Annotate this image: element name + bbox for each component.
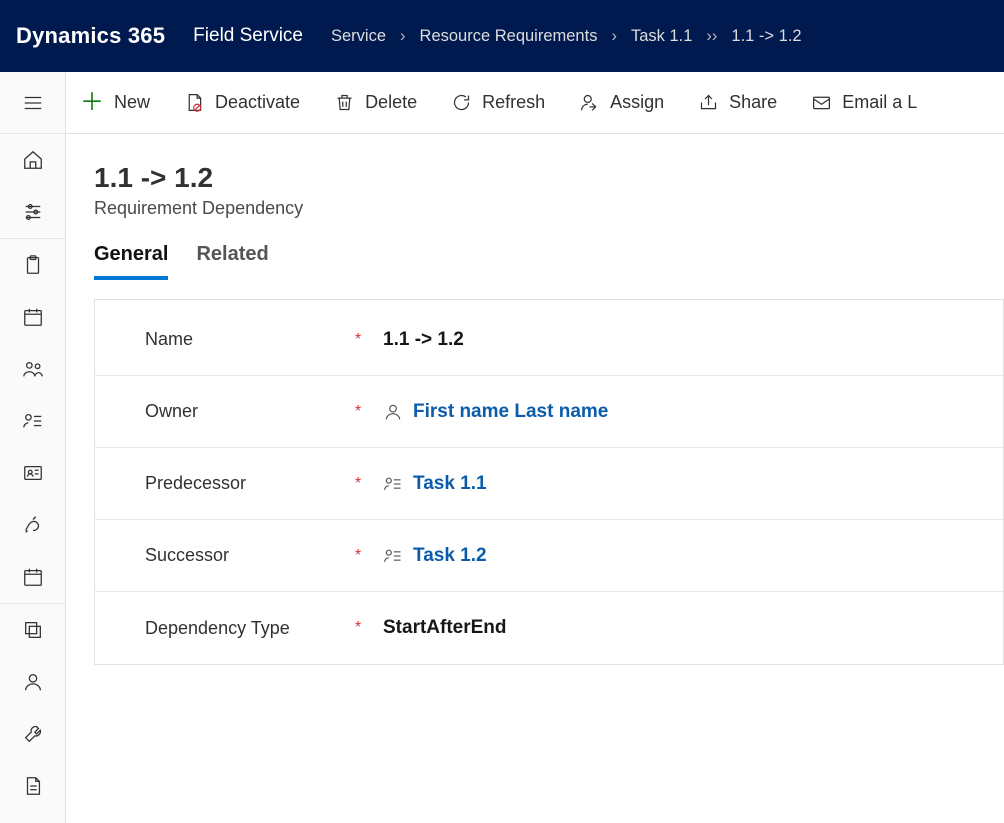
refresh-button[interactable]: Refresh [451,92,545,113]
required-indicator: * [355,619,383,637]
field-predecessor-value[interactable]: Task 1.1 [383,473,487,495]
service-icon [22,514,44,536]
trash-icon [334,92,355,113]
field-dependency-type-value[interactable]: StartAfterEnd [383,617,507,639]
clipboard-icon [22,254,44,276]
nav-document[interactable] [0,760,66,812]
field-owner-label: Owner [145,401,355,422]
field-successor-value[interactable]: Task 1.2 [383,545,487,567]
nav-contact-card[interactable] [0,447,66,499]
plus-icon: ＋ [80,91,104,115]
sliders-icon [22,201,44,223]
person-icon [22,671,44,693]
nav-calendar-2[interactable] [0,551,66,603]
brand-name: Dynamics 365 [16,23,165,49]
contact-card-icon [22,462,44,484]
main-area: ＋ New Deactivate Delete Refresh Assign [66,72,1004,823]
refresh-icon [451,92,472,113]
field-dependency-type-label: Dependency Type [145,618,355,639]
required-indicator: * [355,331,383,349]
person-list-icon [383,474,403,494]
refresh-label: Refresh [482,92,545,113]
field-predecessor-label: Predecessor [145,473,355,494]
field-owner-row: Owner * First name Last name [95,376,1003,448]
hamburger-toggle[interactable] [0,77,65,129]
person-list-icon [22,410,44,432]
share-icon [698,92,719,113]
field-name-text: 1.1 -> 1.2 [383,329,464,351]
required-indicator: * [355,403,383,421]
nav-person[interactable] [0,656,66,708]
nav-service[interactable] [0,499,66,551]
field-predecessor-row: Predecessor * Task 1.1 [95,448,1003,520]
new-label: New [114,92,150,113]
mail-icon [811,92,832,113]
field-successor-row: Successor * Task 1.2 [95,520,1003,592]
global-header: Dynamics 365 Field Service Service › Res… [0,0,1004,72]
wrench-icon [22,723,44,745]
field-name-label: Name [145,329,355,350]
document-icon [22,775,44,797]
chevron-right-icon: › [400,27,406,46]
nav-clipboard[interactable] [0,239,66,291]
email-link-button[interactable]: Email a L [811,92,917,113]
chevron-right-icon: › [611,27,617,46]
share-button[interactable]: Share [698,92,777,113]
assign-label: Assign [610,92,664,113]
form-tabs: General Related [94,237,1004,281]
share-label: Share [729,92,777,113]
breadcrumb-resource-requirements[interactable]: Resource Requirements [420,27,598,46]
email-label: Email a L [842,92,917,113]
command-bar: ＋ New Deactivate Delete Refresh Assign [66,72,1004,134]
required-indicator: * [355,475,383,493]
field-owner-value[interactable]: First name Last name [383,401,608,423]
breadcrumb: Service › Resource Requirements › Task 1… [331,27,802,46]
nav-stack[interactable] [0,604,66,656]
nav-people[interactable] [0,343,66,395]
entity-label: Requirement Dependency [94,198,1004,219]
record-content: 1.1 -> 1.2 Requirement Dependency Genera… [66,134,1004,665]
home-icon [22,149,44,171]
breadcrumb-parent[interactable]: Task 1.1 [631,27,692,46]
stack-icon [22,619,44,641]
delete-label: Delete [365,92,417,113]
field-name-row: Name * 1.1 -> 1.2 [95,304,1003,376]
breadcrumb-current: 1.1 -> 1.2 [731,27,801,46]
nav-home[interactable] [0,134,66,186]
field-dependency-type-text: StartAfterEnd [383,617,507,639]
field-successor-label: Successor [145,545,355,566]
form-card: Name * 1.1 -> 1.2 Owner * First name Las… [94,299,1004,665]
deactivate-icon [184,92,205,113]
breadcrumb-area[interactable]: Service [331,27,386,46]
delete-button[interactable]: Delete [334,92,417,113]
deactivate-button[interactable]: Deactivate [184,92,300,113]
nav-person-list[interactable] [0,395,66,447]
deactivate-label: Deactivate [215,92,300,113]
record-title: 1.1 -> 1.2 [94,162,1004,194]
field-dependency-type-row: Dependency Type * StartAfterEnd [95,592,1003,664]
double-chevron-right-icon: ›› [706,27,717,46]
nav-settings[interactable] [0,708,66,760]
assign-button[interactable]: Assign [579,92,664,113]
nav-scheduling[interactable] [0,186,66,238]
assign-icon [579,92,600,113]
field-name-value[interactable]: 1.1 -> 1.2 [383,329,464,351]
new-button[interactable]: ＋ New [80,91,150,115]
left-nav-rail [0,72,66,823]
field-predecessor-text: Task 1.1 [413,473,487,495]
hamburger-icon [22,92,44,114]
app-name[interactable]: Field Service [193,25,303,47]
tab-general[interactable]: General [94,237,168,280]
nav-calendar[interactable] [0,291,66,343]
field-successor-text: Task 1.2 [413,545,487,567]
field-owner-text: First name Last name [413,401,608,423]
person-list-icon [383,546,403,566]
calendar-icon [22,306,44,328]
people-icon [22,358,44,380]
calendar-icon [22,566,44,588]
person-icon [383,402,403,422]
required-indicator: * [355,547,383,565]
tab-related[interactable]: Related [196,237,268,280]
